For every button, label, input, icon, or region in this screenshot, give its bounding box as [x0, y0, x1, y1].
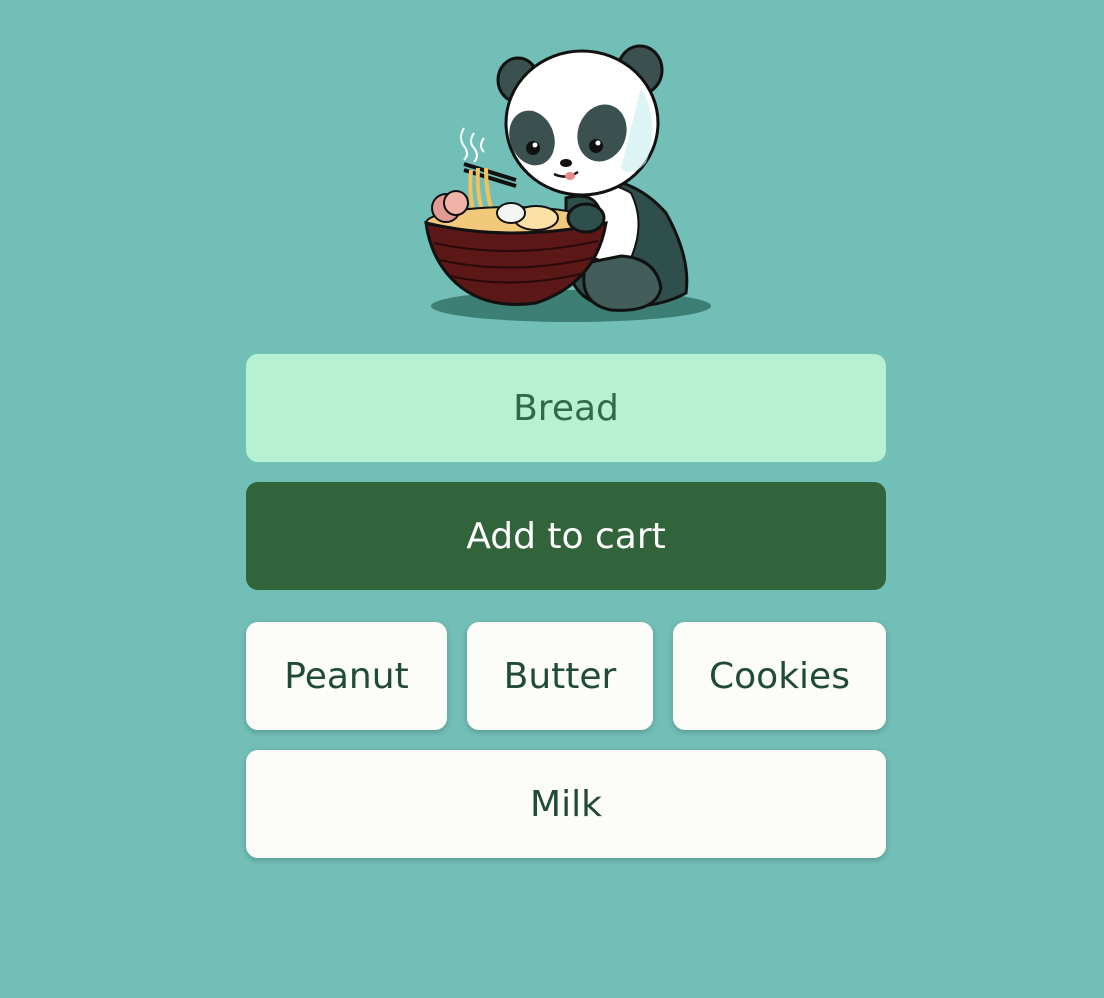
cart-item-milk[interactable]: Milk	[246, 750, 886, 858]
panda-logo	[416, 28, 716, 328]
cart-item-list: Peanut Butter Cookies Milk	[246, 622, 886, 858]
panda-eating-ramen-icon	[424, 44, 711, 322]
cart-item-butter[interactable]: Butter	[467, 622, 653, 730]
add-to-cart-button[interactable]: Add to cart	[246, 482, 886, 590]
cart-item-cookies[interactable]: Cookies	[673, 622, 886, 730]
item-input[interactable]	[246, 354, 886, 462]
cart-item-peanut[interactable]: Peanut	[246, 622, 447, 730]
